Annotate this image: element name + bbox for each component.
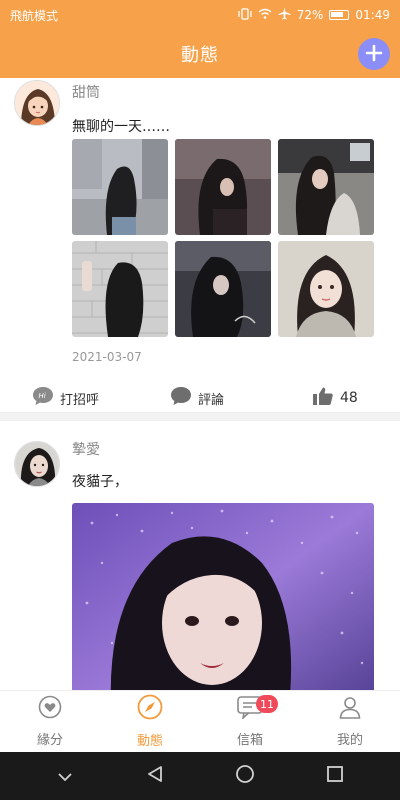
avatar[interactable] [14, 441, 60, 487]
tab-moments[interactable]: 動態 [100, 691, 200, 752]
clock: 01:49 [355, 8, 390, 22]
airplane-mode-label: 飛航模式 [10, 8, 59, 23]
greet-button[interactable]: Hi 打招呼 [32, 386, 99, 410]
feed-post: 甜筒 無聊的一天…… 2021-03-07 Hi 打招呼 評論 48 [0, 78, 400, 413]
tab-label: 信箱 [236, 733, 263, 748]
battery-icon [329, 10, 350, 20]
post-photo[interactable] [175, 241, 271, 337]
airplane-icon [278, 7, 291, 23]
home-circle-icon [235, 764, 255, 788]
username[interactable]: 甜筒 [72, 82, 100, 102]
status-bar: 飛航模式 72% 01:49 [0, 0, 400, 30]
greet-label: 打招呼 [60, 392, 100, 408]
chevron-down-icon [57, 767, 73, 786]
person-icon [338, 695, 362, 723]
app-header: 動態 [0, 30, 400, 78]
post-photo[interactable] [72, 241, 168, 337]
vibrate-icon [238, 7, 252, 23]
tab-label: 動態 [136, 734, 163, 749]
comment-label: 評論 [198, 392, 225, 408]
post-date: 2021-03-07 [72, 350, 142, 364]
heart-circle-icon [38, 695, 62, 723]
back-button[interactable] [135, 756, 175, 796]
tab-label: 我的 [336, 733, 363, 748]
compass-icon [137, 694, 163, 724]
greeting-bubble-icon: Hi [32, 386, 54, 410]
post-actions: Hi 打招呼 評論 48 [0, 378, 400, 413]
plus-icon [365, 41, 383, 67]
unread-badge: 11 [256, 695, 278, 713]
avatar[interactable] [14, 80, 60, 126]
bottom-tab-bar: 緣分 動態 信箱 11 我的 [0, 690, 400, 752]
square-icon [326, 765, 344, 787]
post-photo[interactable] [278, 241, 374, 337]
post-caption: 無聊的一天…… [72, 119, 170, 135]
photo-grid [72, 139, 374, 337]
comment-button[interactable]: 評論 [170, 386, 224, 410]
tab-me[interactable]: 我的 [300, 691, 400, 752]
add-post-button[interactable] [358, 38, 390, 70]
like-button[interactable]: 48 [312, 386, 358, 410]
system-nav-bar [0, 752, 400, 800]
like-count: 48 [340, 390, 358, 406]
post-photo[interactable] [72, 503, 374, 690]
feed-post: 摯愛 夜貓子， [0, 421, 400, 690]
post-photo[interactable] [278, 139, 374, 235]
svg-text:Hi: Hi [39, 392, 46, 400]
comment-icon [170, 386, 192, 410]
username[interactable]: 摯愛 [72, 439, 100, 459]
home-button[interactable] [225, 756, 265, 796]
tab-label: 緣分 [36, 733, 63, 748]
page-title: 動態 [181, 45, 219, 66]
wifi-icon [258, 8, 272, 22]
post-caption: 夜貓子， [72, 474, 128, 490]
back-triangle-icon [146, 765, 164, 787]
feed-list[interactable]: 甜筒 無聊的一天…… 2021-03-07 Hi 打招呼 評論 48 摯愛 夜貓… [0, 78, 400, 690]
recent-apps-button[interactable] [315, 756, 355, 796]
hide-nav-button[interactable] [45, 756, 85, 796]
thumbs-up-icon [312, 386, 334, 410]
post-photo[interactable] [72, 139, 168, 235]
battery-percent: 72% [296, 8, 324, 22]
tab-fate[interactable]: 緣分 [0, 691, 100, 752]
tab-mailbox[interactable]: 信箱 11 [200, 691, 300, 752]
post-photo[interactable] [175, 139, 271, 235]
